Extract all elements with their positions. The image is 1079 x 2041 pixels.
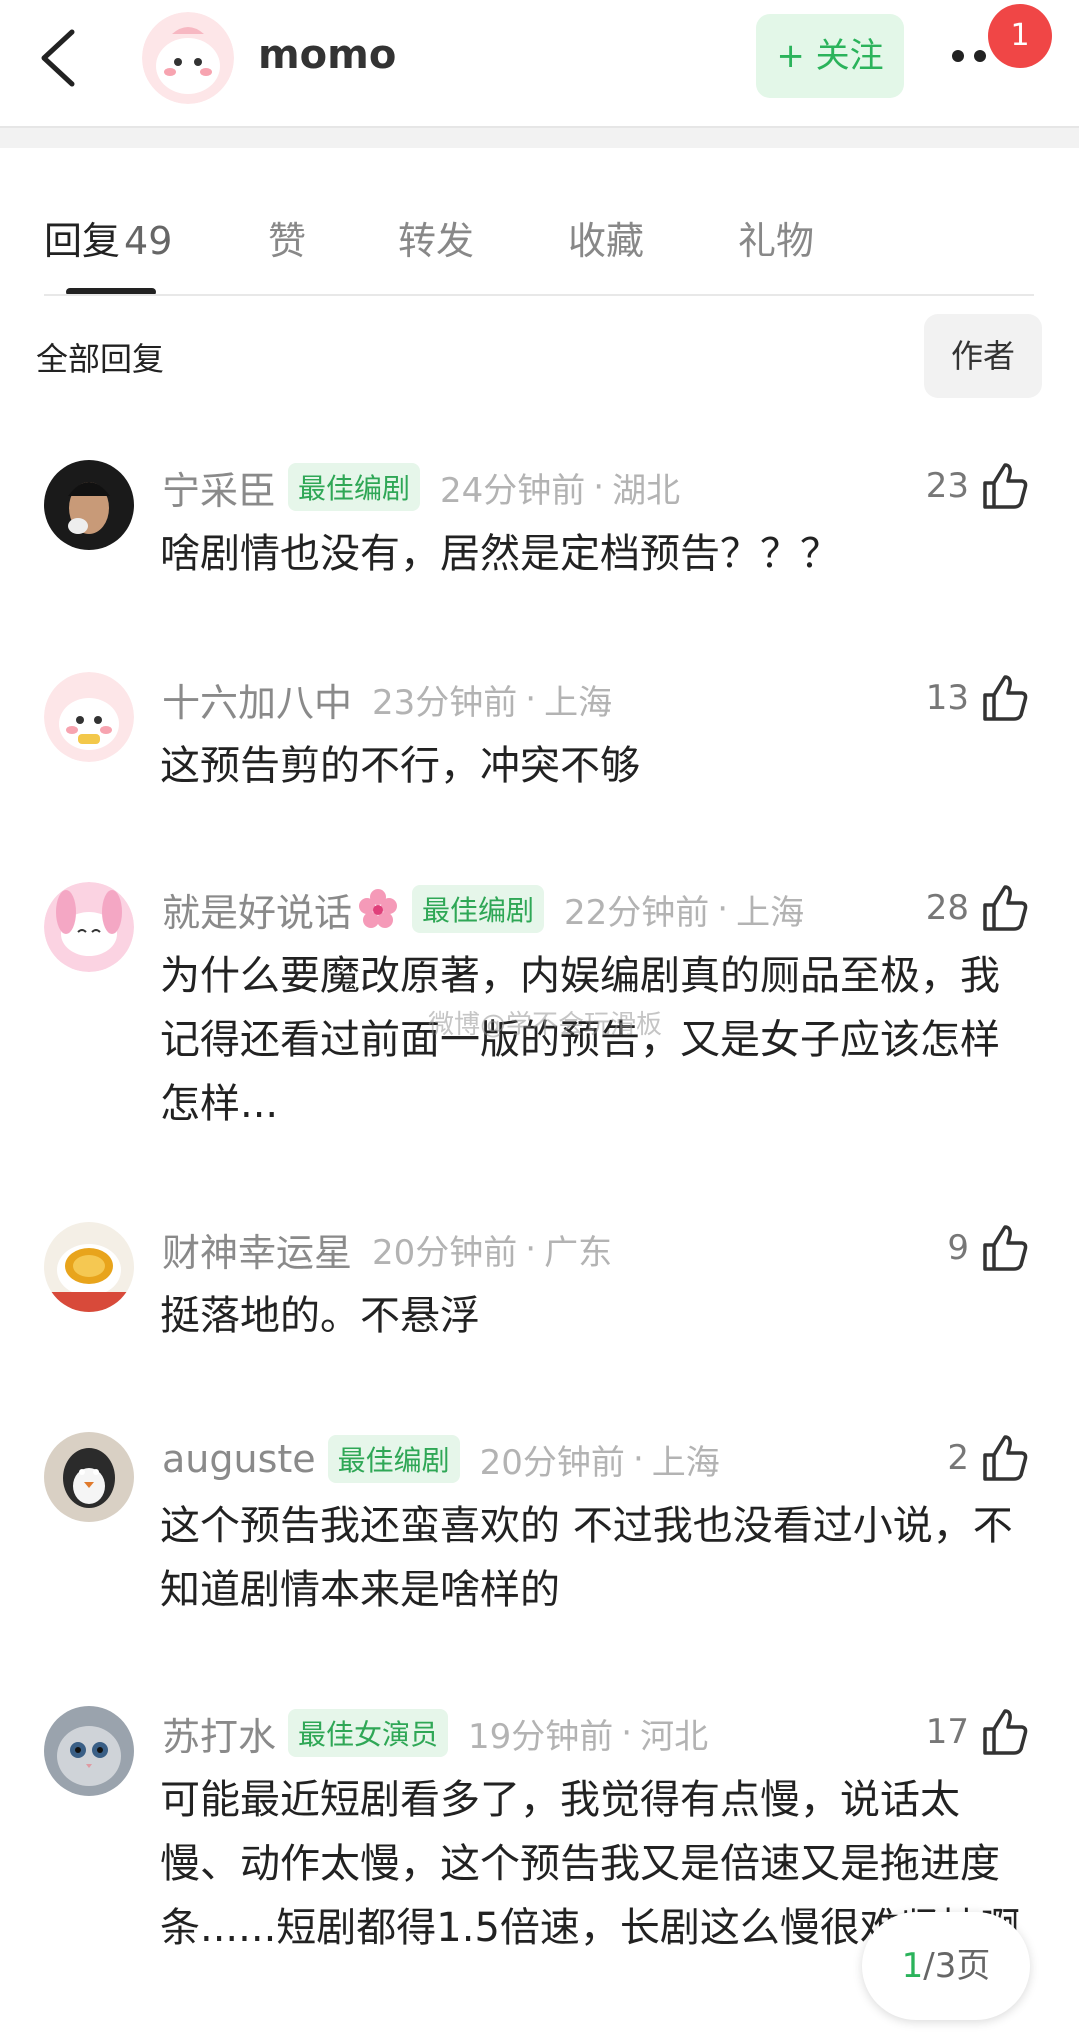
meta-separator: · [717,889,729,929]
thumbs-up-icon [983,1709,1028,1755]
meta-separator: · [632,1439,644,1479]
username[interactable]: 十六加八中 [162,672,352,727]
like-button[interactable]: 17 [926,1702,1029,1762]
user-badge: 最佳编剧 [412,885,545,933]
comment-meta: 宁采臣 最佳编剧 24分钟前 · 湖北 [162,460,680,514]
post-author-name[interactable]: momo [258,32,396,78]
thumbs-up-icon [983,675,1028,721]
like-count: 2 [947,1438,969,1478]
comment-region: 上海 [736,892,805,933]
all-replies-filter[interactable]: 全部回复 [36,334,164,380]
comment-meta: 十六加八中 23分钟前 · 上海 [162,672,612,726]
like-button[interactable]: 13 [926,668,1029,728]
tab-favorites[interactable]: 收藏 [568,210,644,265]
watermark: 微博@学不会玩滑板 [428,1010,663,1040]
user-badge: 最佳编剧 [288,463,421,511]
tab-bar: 回复 49 赞 转发 收藏 礼物 [0,200,1079,300]
like-button[interactable]: 23 [926,456,1029,516]
meta-separator: · [525,1229,537,1269]
author-filter-button[interactable]: 作者 [924,314,1042,398]
username[interactable]: 就是好说话 [162,882,352,937]
comment-time: 20分钟前 [372,1232,518,1273]
like-button[interactable]: 2 [947,1428,1029,1488]
avatar[interactable] [44,1432,134,1522]
notification-badge: 1 [988,4,1052,68]
comment-meta: auguste 最佳编剧 20分钟前 · 上海 [162,1432,720,1486]
comment-time: 23分钟前 [372,682,518,723]
comment-meta: 财神幸运星 20分钟前 · 广东 [162,1222,612,1276]
like-button[interactable]: 9 [947,1218,1029,1278]
comment-region: 广东 [544,1232,613,1273]
page-indicator[interactable]: 1/3页 [862,1912,1030,2020]
comment-time: 24分钟前 [440,470,586,511]
like-button[interactable]: 28 [926,878,1029,938]
thumbs-up-icon [983,1225,1028,1271]
meta-separator: · [525,679,537,719]
top-bar: momo + 关注 1 [0,0,1079,126]
comment-text: 啥剧情也没有，居然是定档预告？？？ [160,531,840,577]
avatar[interactable] [44,672,134,762]
comment-time: 20分钟前 [479,1442,625,1483]
comment-region: 上海 [544,682,613,723]
comment-meta: 就是好说话 最佳编剧 22分钟前 · 上海 [162,882,804,936]
avatar[interactable] [44,460,134,550]
like-count: 23 [925,466,969,506]
comment-region: 湖北 [612,470,681,511]
cherry-blossom-icon [359,889,398,928]
tab-replies-count: 49 [124,219,173,263]
back-arrow-icon[interactable] [36,26,86,90]
user-badge: 最佳编剧 [327,1435,460,1483]
tab-replies[interactable]: 回复 49 [44,210,172,265]
avatar[interactable] [44,1706,134,1796]
comment-text: 这预告剪的不行，冲突不够 [160,743,640,789]
tab-replies-label: 回复 [44,219,121,263]
current-page: 1 [901,1946,924,1986]
thumbs-up-icon [983,1435,1028,1481]
like-count: 9 [947,1228,969,1268]
comment-text: 这个预告我还蛮喜欢的 不过我也没看过小说，不知道剧情本来是啥样的 [160,1503,1013,1613]
avatar[interactable] [44,1222,134,1312]
comment-region: 上海 [651,1442,720,1483]
total-pages: /3页 [923,1946,991,1986]
thumbs-up-icon [983,463,1028,509]
meta-separator: · [593,467,605,507]
username[interactable]: 宁采臣 [162,460,276,515]
comment-time: 22分钟前 [564,892,710,933]
like-count: 13 [925,678,969,718]
username[interactable]: auguste [162,1437,316,1481]
comment-time: 19分钟前 [468,1716,614,1757]
avatar[interactable] [44,882,134,972]
follow-button[interactable]: + 关注 [756,14,904,98]
tab-gifts[interactable]: 礼物 [738,210,814,265]
tabs-divider [44,294,1034,296]
meta-separator: · [621,1713,633,1753]
comment-region: 河北 [640,1716,709,1757]
tab-reposts[interactable]: 转发 [398,210,474,265]
comment-text: 挺落地的。不悬浮 [160,1293,480,1339]
comment-meta: 苏打水 最佳女演员 19分钟前 · 河北 [162,1706,708,1760]
tab-likes[interactable]: 赞 [268,210,306,265]
user-badge: 最佳女演员 [288,1709,449,1757]
thumbs-up-icon [983,885,1028,931]
username[interactable]: 财神幸运星 [162,1222,352,1277]
like-count: 28 [925,888,969,928]
username[interactable]: 苏打水 [162,1706,276,1761]
like-count: 17 [925,1712,969,1752]
post-author-avatar[interactable] [142,12,234,104]
header-divider [0,126,1079,148]
